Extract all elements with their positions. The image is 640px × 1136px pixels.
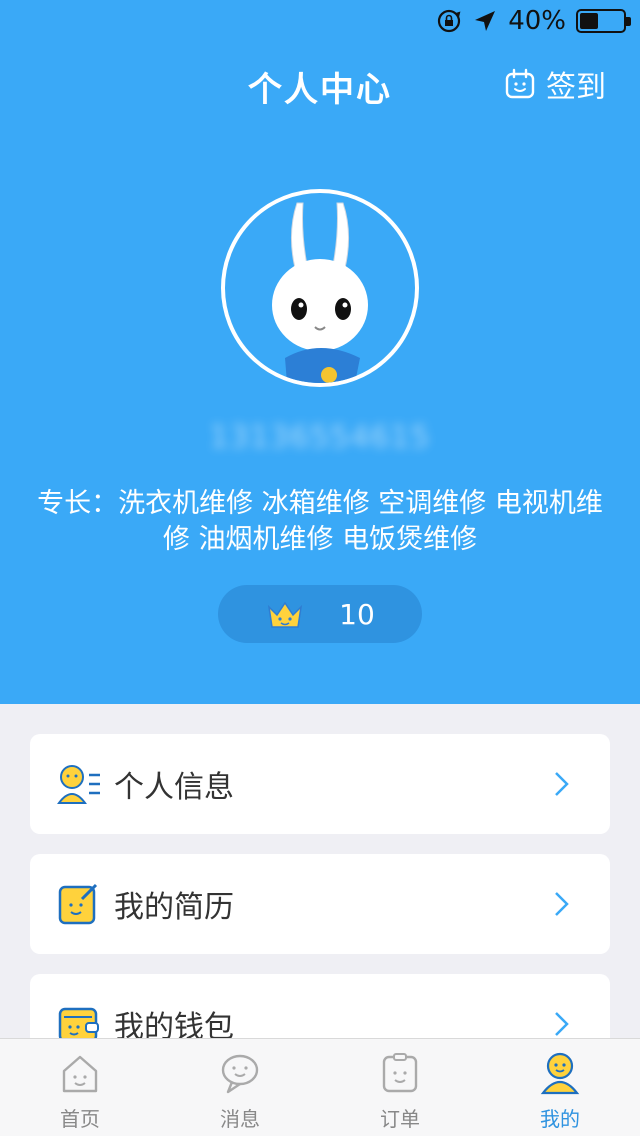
- crown-icon: [268, 601, 303, 628]
- chevron-right-icon: [555, 772, 569, 796]
- tab-orders[interactable]: 订单: [320, 1039, 480, 1136]
- message-icon: [221, 1054, 259, 1094]
- location-arrow-icon: [475, 11, 496, 31]
- checkin-label: 签到: [546, 70, 606, 105]
- resume-icon: [58, 883, 98, 925]
- phone-number: 13136554615: [209, 420, 431, 455]
- tab-messages[interactable]: 消息: [160, 1039, 320, 1136]
- rabbit-avatar-icon: [272, 202, 368, 383]
- order-icon: [382, 1053, 418, 1093]
- battery-icon: [576, 9, 631, 33]
- avatar[interactable]: [221, 189, 419, 387]
- tab-home[interactable]: 首页: [0, 1039, 160, 1136]
- menu-label-resume: 我的简历: [114, 890, 234, 925]
- tab-label-messages: 消息: [220, 1107, 260, 1131]
- chevron-right-icon: [555, 892, 569, 916]
- tab-label-home: 首页: [60, 1107, 100, 1131]
- rotation-lock-icon: [438, 9, 461, 33]
- tab-profile[interactable]: 我的: [480, 1039, 640, 1136]
- profile-header: 40% 个人中心 签到 13136554615 专长：洗衣机维修 冰箱维修 空调…: [0, 0, 640, 704]
- status-bar: 40%: [0, 0, 640, 40]
- home-icon: [62, 1055, 98, 1093]
- profile-icon: [540, 1052, 580, 1095]
- tab-bar: 首页 消息 订单 我的: [0, 1038, 640, 1136]
- menu-item-personal-info[interactable]: 个人信息: [30, 734, 610, 834]
- menu-label-personal-info: 个人信息: [114, 770, 234, 805]
- chevron-right-icon: [555, 1012, 569, 1036]
- menu-item-resume[interactable]: 我的简历: [30, 854, 610, 954]
- personal-info-icon: [57, 765, 100, 804]
- battery-level: [580, 13, 599, 29]
- tab-label-profile: 我的: [540, 1107, 580, 1131]
- rating-value: 10: [339, 597, 375, 631]
- calendar-icon: [505, 68, 535, 99]
- tab-label-orders: 订单: [380, 1107, 420, 1131]
- battery-percent: 40%: [508, 6, 566, 36]
- specialty-text: 专长：洗衣机维修 冰箱维修 空调维修 电视机维修 油烟机维修 电饭煲维修: [37, 488, 603, 555]
- status-indicators: 40%: [436, 6, 631, 36]
- rating-badge: 10: [218, 585, 422, 643]
- checkin-button[interactable]: 签到: [504, 62, 606, 106]
